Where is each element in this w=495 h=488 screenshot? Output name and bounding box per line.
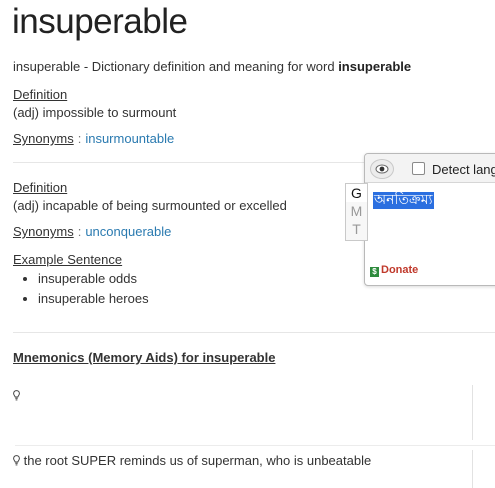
translation-text: অনতিক্রম্য <box>373 192 434 209</box>
synonym-link-unconquerable[interactable]: unconquerable <box>85 224 171 239</box>
example-item: insuperable odds <box>38 269 149 289</box>
lightbulb-icon <box>13 454 20 466</box>
gmt-button-m[interactable]: M <box>346 202 367 220</box>
subtitle-prefix: insuperable - Dictionary definition and … <box>13 59 339 74</box>
divider <box>15 445 495 446</box>
synonym-link-insurmountable[interactable]: insurmountable <box>85 131 174 146</box>
example-item: insuperable heroes <box>38 289 149 309</box>
popup-header: Detect lang <box>365 154 495 183</box>
synonyms-label-1: Synonyms <box>13 131 74 146</box>
column-divider <box>472 450 473 488</box>
gmt-button-g[interactable]: G <box>346 184 367 202</box>
dollar-icon: $ <box>370 267 379 277</box>
example-list: insuperable odds insuperable heroes <box>13 269 149 309</box>
synonyms-colon-2: : <box>77 224 82 239</box>
definition-text-1: (adj) impossible to surmount <box>13 105 177 120</box>
page-subtitle: insuperable - Dictionary definition and … <box>13 59 411 74</box>
mnemonic-item-2: the root SUPER reminds us of superman, w… <box>13 453 371 468</box>
eye-icon[interactable] <box>370 159 394 179</box>
mnemonic-item-1 <box>13 387 20 405</box>
detect-language-label: Detect lang <box>432 162 495 177</box>
definition-label-1: Definition <box>13 87 68 102</box>
synonyms-colon-1: : <box>77 131 82 146</box>
subtitle-word: insuperable <box>338 59 412 74</box>
gmt-switcher: G M T <box>345 183 368 241</box>
synonyms-row-1: Synonyms: insurmountable <box>13 131 174 146</box>
column-divider <box>472 385 473 440</box>
donate-link[interactable]: $ Donate <box>370 264 418 277</box>
definition-text-2: (adj) incapable of being surmounted or e… <box>13 198 287 213</box>
mnemonics-title: Mnemonics (Memory Aids) for insuperable <box>13 350 276 365</box>
example-sentence-label: Example Sentence <box>13 252 123 267</box>
mnemonic-text: the root SUPER reminds us of superman, w… <box>23 453 372 468</box>
synonyms-row-2: Synonyms: unconquerable <box>13 224 171 239</box>
lightbulb-icon <box>13 388 20 401</box>
translation-popup: Detect lang অনতিক্রম্য $ Donate <box>364 153 495 286</box>
page-title: insuperable <box>12 2 188 41</box>
gmt-button-t[interactable]: T <box>346 220 367 238</box>
detect-language-checkbox[interactable] <box>412 162 425 175</box>
divider <box>13 332 495 333</box>
definition-label-2: Definition <box>13 180 68 195</box>
donate-label: Donate <box>381 264 419 276</box>
synonyms-label-2: Synonyms <box>13 224 74 239</box>
